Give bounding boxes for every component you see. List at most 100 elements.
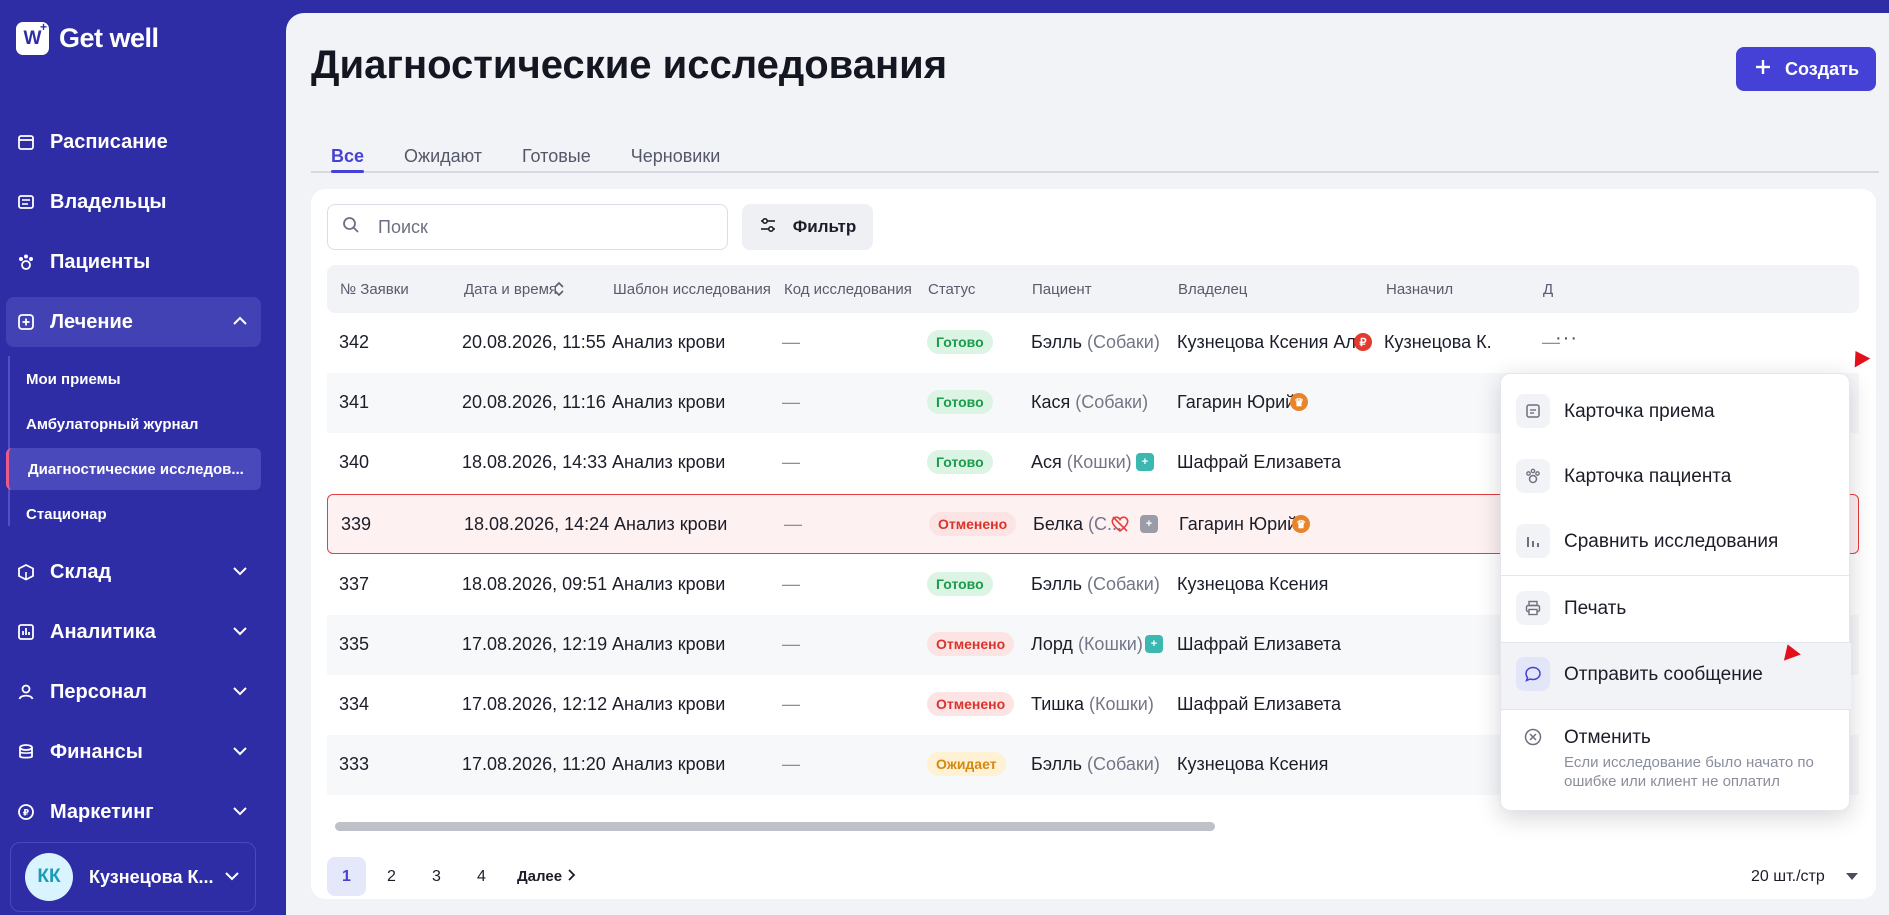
create-button[interactable]: Создать xyxy=(1736,47,1876,91)
menu-item-label: Отправить сообщение xyxy=(1564,664,1763,685)
nav-item-patients[interactable]: Пациенты xyxy=(6,237,261,287)
cell-owner[interactable]: Кузнецова Ксения xyxy=(1177,754,1328,775)
patient-name: Бэлль xyxy=(1031,574,1082,594)
menu-item-appointment-card[interactable]: Карточка приема xyxy=(1501,394,1851,438)
broken-heart-icon xyxy=(1110,515,1130,538)
card-icon xyxy=(1516,394,1550,428)
cell-owner[interactable]: Шафрай Елизавета xyxy=(1177,452,1341,473)
sidebar-subitem-my-appointments[interactable]: Мои приемы xyxy=(6,358,261,400)
nav-item-staff[interactable]: Персонал xyxy=(6,667,261,717)
cell-owner[interactable]: Шафрай Елизавета xyxy=(1177,634,1341,655)
page-3[interactable]: 3 xyxy=(417,857,456,896)
menu-item-label: Отменить xyxy=(1564,727,1651,748)
tab-all[interactable]: Все xyxy=(311,128,384,173)
menu-item-print[interactable]: Печать xyxy=(1501,591,1851,635)
nav-item-treatment[interactable]: Лечение xyxy=(6,297,261,347)
nav-item-owners[interactable]: Владельцы xyxy=(6,177,261,227)
nav-item-marketing[interactable]: ₽ Маркетинг xyxy=(6,787,261,837)
cell-patient[interactable]: Бэлль (Собаки) xyxy=(1031,754,1160,775)
sort-icon[interactable] xyxy=(552,281,566,302)
paw-icon xyxy=(16,252,36,272)
col-owner[interactable]: Владелец xyxy=(1178,281,1247,298)
cell-owner[interactable]: Кузнецова Ксения Ал... xyxy=(1177,332,1371,353)
col-assigned[interactable]: Назначил xyxy=(1386,281,1453,298)
menu-item-patient-card[interactable]: Карточка пациента xyxy=(1501,459,1851,503)
tab-drafts[interactable]: Черновики xyxy=(611,128,741,171)
col-code[interactable]: Код исследования xyxy=(784,281,912,298)
plus-square-icon xyxy=(16,312,36,332)
page-2[interactable]: 2 xyxy=(372,857,411,896)
search-icon xyxy=(342,216,360,239)
cell-patient[interactable]: Бэлль (Собаки) xyxy=(1031,574,1160,595)
cell-patient[interactable]: Белка (С... xyxy=(1033,514,1122,535)
col-template[interactable]: Шаблон исследования xyxy=(613,281,771,298)
patient-species: (Кошки) xyxy=(1077,634,1143,654)
search-box[interactable] xyxy=(327,204,728,250)
col-status[interactable]: Статус xyxy=(928,281,975,298)
cell-patient[interactable]: Лорд (Кошки) xyxy=(1031,634,1143,655)
menu-item-compare[interactable]: Сравнить исследования xyxy=(1501,524,1851,568)
nav-item-schedule[interactable]: Расписание xyxy=(6,117,261,167)
patient-name: Ася xyxy=(1031,452,1062,472)
cell-patient[interactable]: Ася (Кошки) xyxy=(1031,452,1132,473)
create-button-label: Создать xyxy=(1784,58,1860,79)
page-1[interactable]: 1 xyxy=(327,857,366,896)
logo[interactable]: W Get well xyxy=(16,20,159,55)
cell-patient[interactable]: Кася (Собаки) xyxy=(1031,392,1148,413)
patient-name: Тишка xyxy=(1031,694,1084,714)
nav-item-warehouse[interactable]: Склад xyxy=(6,547,261,597)
col-datetime[interactable]: Дата и время xyxy=(464,281,557,298)
patient-species: (Кошки) xyxy=(1066,452,1132,472)
status-badge: Готово xyxy=(927,450,993,474)
user-card[interactable]: КК Кузнецова К... xyxy=(10,842,256,912)
nav-label: Владельцы xyxy=(50,190,167,213)
chevron-down-icon xyxy=(223,867,241,890)
patient-name: Лорд xyxy=(1031,634,1073,654)
sidebar-subitem-diagnostics[interactable]: Диагностические исследов... xyxy=(6,448,261,490)
filter-label: Фильтр xyxy=(792,217,857,236)
ruble-badge-icon: ₽ xyxy=(1354,333,1372,351)
page-4[interactable]: 4 xyxy=(462,857,501,896)
logo-text: Get well xyxy=(59,23,159,53)
patient-species: (Собаки) xyxy=(1087,574,1160,594)
sidebar-subitem-inpatient[interactable]: Стационар xyxy=(6,493,261,535)
chevron-up-icon xyxy=(231,312,249,336)
nav-item-analytics[interactable]: Аналитика xyxy=(6,607,261,657)
cell-code: — xyxy=(782,452,800,472)
table-row[interactable]: 342 20.08.2026, 11:55 Анализ крови — Гот… xyxy=(327,313,1859,373)
cell-patient[interactable]: Тишка (Кошки) xyxy=(1031,694,1154,715)
nav-label: Персонал xyxy=(50,680,147,703)
filter-button[interactable]: Фильтр xyxy=(742,204,873,250)
cell-id: 339 xyxy=(341,514,372,534)
next-page-button[interactable]: Далее xyxy=(517,868,576,886)
nav-item-finance[interactable]: Финансы xyxy=(6,727,261,777)
col-patient[interactable]: Пациент xyxy=(1032,281,1092,298)
cell-template: Анализ крови xyxy=(612,694,726,714)
chevron-down-icon xyxy=(231,742,249,766)
horizontal-scrollbar[interactable] xyxy=(335,822,1215,831)
cell-owner[interactable]: Шафрай Елизавета xyxy=(1177,694,1341,715)
cell-owner[interactable]: Гагарин Юрий xyxy=(1177,392,1295,413)
patient-name: Бэлль xyxy=(1031,754,1082,774)
sidebar-subitem-outpatient-journal[interactable]: Амбулаторный журнал xyxy=(6,403,261,445)
next-label: Далее xyxy=(517,868,563,885)
menu-item-cancel[interactable]: Отменить Если исследование было начато п… xyxy=(1501,720,1851,800)
search-input[interactable] xyxy=(378,216,698,238)
col-id[interactable]: № Заявки xyxy=(340,281,409,298)
col-extra[interactable]: Д xyxy=(1543,281,1553,298)
cell-assigned: Кузнецова К. xyxy=(1384,332,1492,352)
cell-patient[interactable]: Бэлль (Собаки) xyxy=(1031,332,1160,353)
per-page-select[interactable]: 20 шт./стр xyxy=(1751,868,1859,886)
user-icon xyxy=(16,682,36,702)
tab-pending[interactable]: Ожидают xyxy=(384,128,502,171)
paw-icon xyxy=(1516,459,1550,493)
cell-date: 18.08.2026, 14:24 xyxy=(464,514,610,534)
cell-owner[interactable]: Гагарин Юрий xyxy=(1179,514,1297,535)
more-actions-icon[interactable]: ··· xyxy=(1555,327,1578,350)
chevron-down-icon xyxy=(231,802,249,826)
chevron-down-icon xyxy=(231,622,249,646)
coins-icon xyxy=(16,742,36,762)
tab-ready[interactable]: Готовые xyxy=(502,128,611,171)
cell-owner[interactable]: Кузнецова Ксения xyxy=(1177,574,1328,595)
crown-badge-icon: ♛ xyxy=(1292,515,1310,533)
